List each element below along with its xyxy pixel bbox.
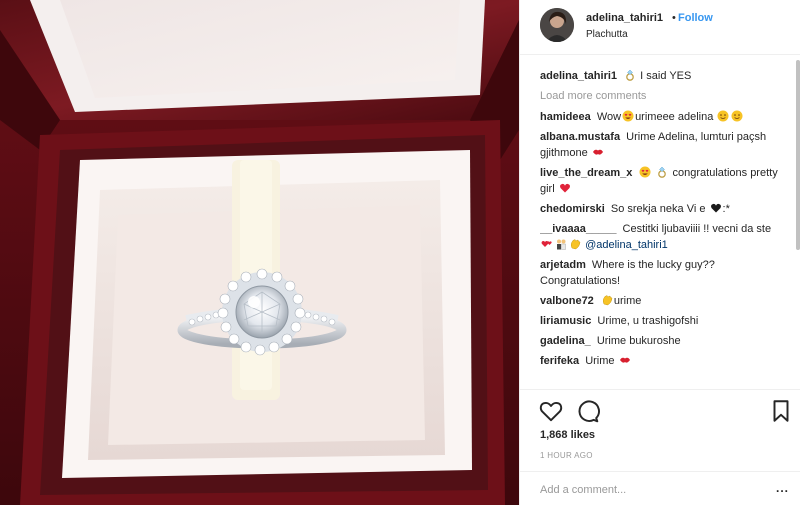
comment-text: urime [613,295,642,307]
heart-outline-icon [539,402,563,422]
post-timestamp[interactable]: 1 HOUR AGO [540,451,593,460]
comment-text: :* [722,203,730,215]
couple-emoji-icon [557,239,566,250]
avatar-photo [540,8,574,42]
comment-item: gadelina_ Urime bukuroshe [540,333,780,349]
comment-username[interactable]: liriamusic [540,315,591,327]
clap-emoji-icon [602,295,613,306]
caption-username[interactable]: adelina_tahiri1 [540,70,617,82]
load-more-comments-button[interactable]: Load more comments [540,88,780,104]
comment-item: __ivaaaa_____ Cestitki ljubaviiii !! vec… [540,221,780,253]
header-username[interactable]: adelina_tahiri1 [586,12,663,24]
comment-username[interactable]: hamideea [540,111,591,123]
comment-username[interactable]: live_the_dream_x [540,167,632,179]
post-photo[interactable] [0,0,519,505]
comment-username[interactable]: ferifeka [540,355,579,367]
heart-eyes-emoji-icon [639,166,651,178]
like-button[interactable] [538,398,564,424]
comment-item: arjetadm Where is the lucky guy?? Congra… [540,257,780,289]
comment-username[interactable]: chedomirski [540,203,605,215]
comment-text: Wow [596,111,622,123]
post-actions: 1,868 likes 1 HOUR AGO [520,389,800,471]
ring-box-image [0,0,519,505]
hearts-emoji-icon [541,240,552,247]
comment-item: albana.mustafa Urime Adelina, lumturi pa… [540,129,780,161]
kiss-lips-emoji-icon [619,357,630,363]
comments-list[interactable]: adelina_tahiri1 I said YES Load more com… [540,68,780,386]
comment-username[interactable]: valbone72 [540,295,594,307]
more-options-button[interactable]: ... [776,481,789,495]
comment-text: Cestitki ljubaviiii !! vecni da ste [622,223,772,235]
comment-item: live_the_dream_x congratulations pretty … [540,165,780,197]
comment-item: liriamusic Urime, u trashigofshi [540,313,780,329]
header-separator-dot: • [672,12,676,24]
add-comment-input[interactable] [540,481,770,499]
ring-emoji-icon [626,69,634,81]
likes-count[interactable]: 1,868 likes [540,429,595,441]
clap-emoji-icon [570,239,581,250]
black-heart-emoji-icon [710,203,721,213]
comment-button[interactable] [574,398,600,424]
comment-text: So srekja neka Vi e [610,203,706,215]
post-sidebar: adelina_tahiri1 • Follow Plachutta adeli… [519,0,800,505]
caption: adelina_tahiri1 I said YES [540,68,780,84]
caption-text: I said YES [640,70,692,82]
comment-mention-link[interactable]: @adelina_tahiri1 [585,239,668,251]
scrollbar-thumb[interactable] [796,60,800,250]
comment-username[interactable]: albana.mustafa [540,131,620,143]
location-link[interactable]: Plachutta [586,29,628,40]
comment-username[interactable]: arjetadm [540,259,586,271]
heart-eyes-emoji-icon [622,110,634,122]
kiss-lips-emoji-icon [592,149,603,155]
post-header: adelina_tahiri1 • Follow Plachutta [520,0,800,55]
ring-emoji-icon [658,166,667,178]
smiling-emoji-icon [717,110,729,122]
bookmark-icon [773,400,789,422]
smiling-emoji-icon [731,110,743,122]
comments-scrollbar[interactable] [796,60,800,390]
add-comment-bar: ... [520,471,800,505]
avatar[interactable] [540,8,574,42]
comment-item: valbone72 urime [540,293,780,309]
comment-text: Urime, u trashigofshi [597,315,699,327]
comment-username[interactable]: gadelina_ [540,335,591,347]
comment-item: chedomirski So srekja neka Vi e :* [540,201,780,217]
follow-button[interactable]: Follow [678,12,713,24]
comment-item: ferifeka Urime [540,353,780,369]
speech-bubble-icon [578,400,600,423]
comment-item: hamideea Wow urimeee adelina [540,109,780,125]
comment-text: urimeee adelina [635,111,714,123]
comment-text: Urime bukuroshe [596,335,681,347]
comment-username[interactable]: __ivaaaa_____ [540,223,616,235]
heart-emoji-icon [559,183,570,193]
comment-text: Urime [585,355,615,367]
save-button[interactable] [768,398,794,424]
